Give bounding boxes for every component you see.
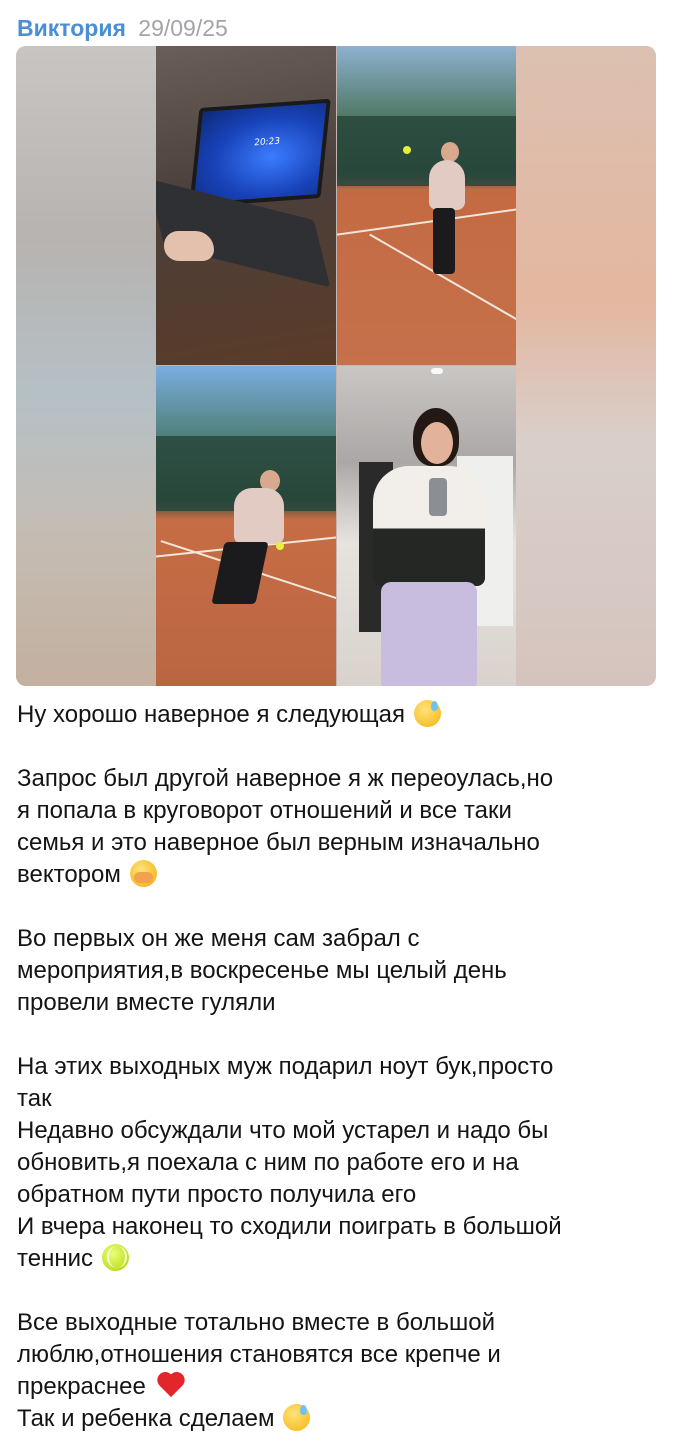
photo-tennis-serve[interactable] xyxy=(337,46,516,365)
tennis-ball xyxy=(276,542,284,550)
message-header: Виктория 29/09/25 xyxy=(17,12,228,44)
message-paragraph: Все выходные тотально вместе в большой л… xyxy=(17,1309,501,1400)
photo-tennis-racket[interactable] xyxy=(156,366,336,686)
laptop-clock: 20:23 xyxy=(253,136,281,149)
message-text: Ну хорошо наверное я следующая Запрос бы… xyxy=(17,699,677,1435)
photo-mirror-selfie[interactable] xyxy=(337,366,516,686)
ceiling-lamp xyxy=(431,368,443,374)
author-name[interactable]: Виктория xyxy=(17,15,126,41)
player-head xyxy=(441,142,459,162)
woman-face xyxy=(421,422,453,464)
sweat-smile-icon xyxy=(413,700,441,727)
message-paragraph: Во первых он же меня сам забрал с меропр… xyxy=(17,925,507,1016)
shocked-face-icon xyxy=(129,860,157,887)
phone xyxy=(429,478,447,516)
player-pants xyxy=(211,542,269,604)
sweat-smile-icon xyxy=(283,1404,311,1431)
message-paragraph: Ну хорошо наверное я следующая xyxy=(17,701,406,728)
court-fence xyxy=(337,116,516,186)
red-heart-icon xyxy=(155,1371,187,1399)
tennis-ball-icon xyxy=(101,1244,129,1271)
message-paragraph: Так и ребенка сделаем xyxy=(17,1405,275,1432)
player-pants xyxy=(433,208,455,274)
album-blur-background-right xyxy=(516,46,656,686)
woman-pants xyxy=(381,582,477,686)
album-blur-background-left xyxy=(16,46,156,686)
photo-album[interactable]: 20:23 xyxy=(16,46,656,686)
hand xyxy=(164,231,214,261)
player-hoodie xyxy=(429,160,465,210)
laptop-screen: 20:23 xyxy=(189,98,331,208)
message-paragraph: На этих выходных муж подарил ноут бук,пр… xyxy=(17,1053,562,1272)
court-line xyxy=(337,207,516,237)
tennis-ball xyxy=(403,146,411,154)
player-hoodie xyxy=(234,488,284,544)
message-date: 29/09/25 xyxy=(138,15,228,41)
photo-laptop[interactable]: 20:23 xyxy=(156,46,336,365)
message-paragraph: Запрос был другой наверное я ж переоулас… xyxy=(17,765,554,888)
